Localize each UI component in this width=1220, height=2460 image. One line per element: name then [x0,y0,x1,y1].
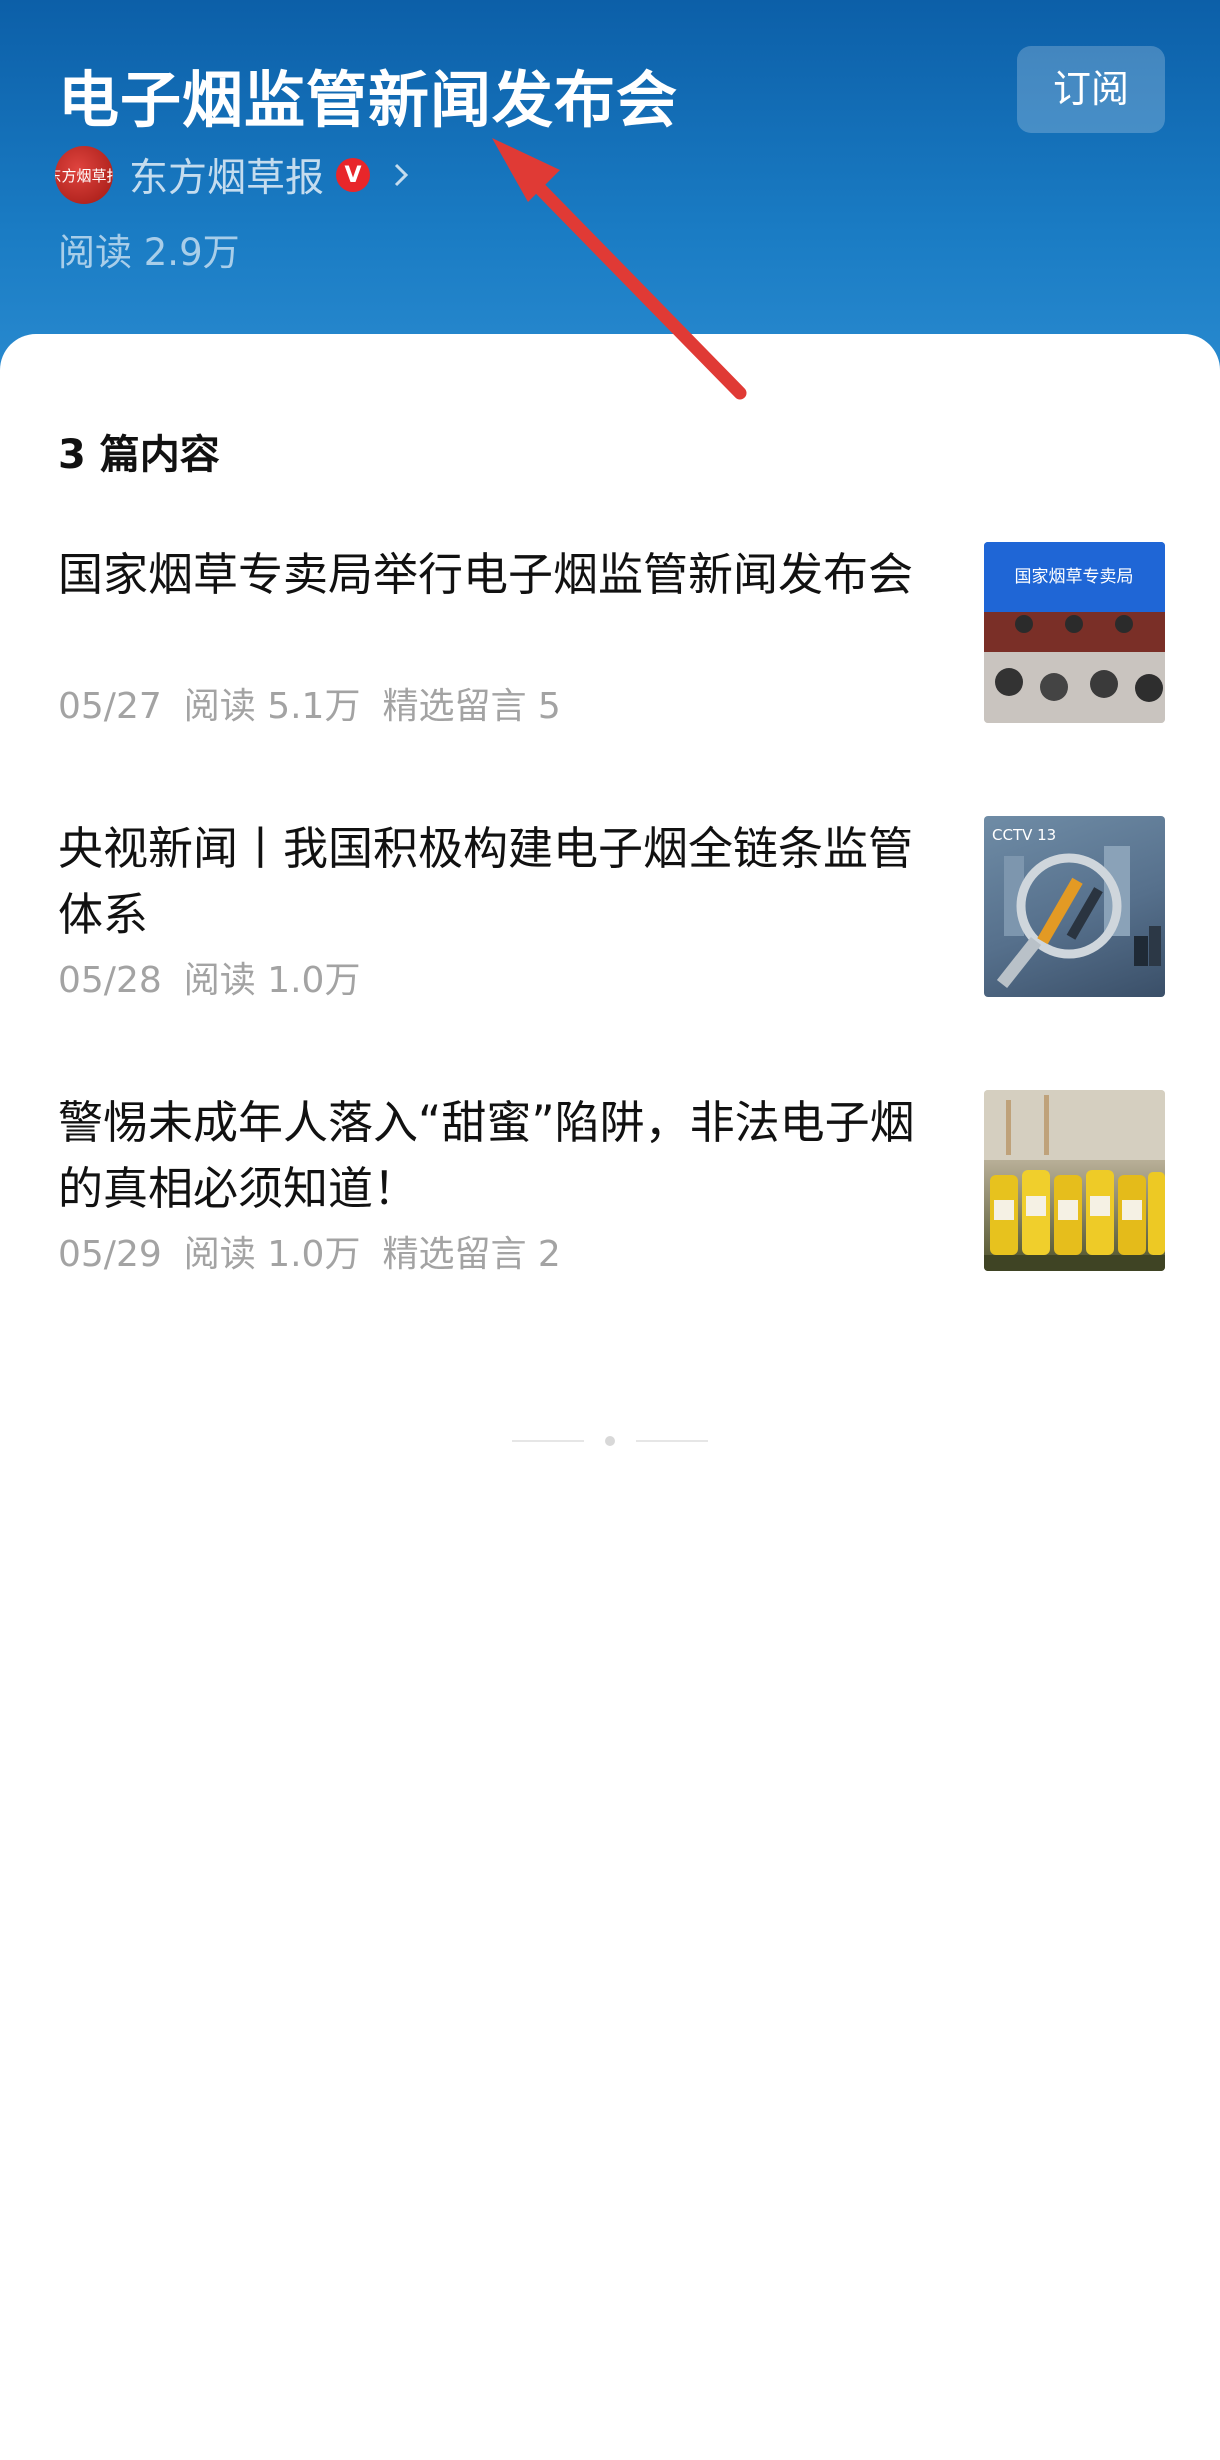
collection-reads: 阅读 2.9万 [58,231,240,274]
subscribe-button[interactable]: 订阅 [1017,46,1165,133]
article-thumbnail[interactable]: 国家烟草专卖局 [984,542,1165,723]
chevron-right-icon [394,163,409,187]
article-item-3[interactable]: 警惕未成年人落入“甜蜜”陷阱，非法电子烟的真相必须知道！ 05/29 阅读 1.0… [58,1090,1165,1277]
article-meta: 05/29 阅读 1.0万 精选留言 2 [58,1225,583,1277]
author-row[interactable]: 东方烟草报 东方烟草报 V [55,142,416,208]
press-conference-image: 国家烟草专卖局 [984,542,1165,723]
article-date: 05/28 [58,960,162,1001]
article-reads: 阅读 1.0万 [183,960,361,1001]
article-date: 05/27 [58,686,162,727]
verified-badge-icon: V [336,158,371,192]
author-logo: 东方烟草报 [55,146,113,204]
article-item-1[interactable]: 国家烟草专卖局举行电子烟监管新闻发布会 05/27 阅读 5.1万 精选留言 5 国… [58,542,1165,729]
article-thumbnail[interactable]: CCTV 13 [984,816,1165,997]
article-item-2[interactable]: 央视新闻丨我国积极构建电子烟全链条监管体系 05/28 阅读 1.0万 CCTV … [58,816,1165,1003]
article-reads: 阅读 1.0万 [183,1234,361,1275]
article-comments: 精选留言 5 [382,686,561,727]
article-thumbnail[interactable] [984,1090,1165,1271]
magnifier-image: CCTV 13 [992,826,1161,989]
article-date: 05/29 [58,1234,162,1275]
page-indicator [512,1436,708,1446]
article-count: 3 篇内容 [58,432,220,478]
article-meta: 05/27 阅读 5.1万 精选留言 5 [58,677,583,729]
article-title[interactable]: 警惕未成年人落入“甜蜜”陷阱，非法电子烟的真相必须知道！ [58,1090,948,1222]
article-comments: 精选留言 2 [382,1234,561,1275]
author-name[interactable]: 东方烟草报 [129,147,324,203]
article-meta: 05/28 阅读 1.0万 [58,951,382,1003]
article-title[interactable]: 国家烟草专卖局举行电子烟监管新闻发布会 [58,542,948,608]
article-title[interactable]: 央视新闻丨我国积极构建电子烟全链条监管体系 [58,816,948,948]
thumb-channel-text: CCTV 13 [992,826,1056,844]
e-liquid-bottles-image [984,1090,1165,1271]
thumb-banner-text: 国家烟草专卖局 [1015,567,1134,587]
article-reads: 阅读 5.1万 [183,686,361,727]
page-title: 电子烟监管新闻发布会 [58,65,679,136]
